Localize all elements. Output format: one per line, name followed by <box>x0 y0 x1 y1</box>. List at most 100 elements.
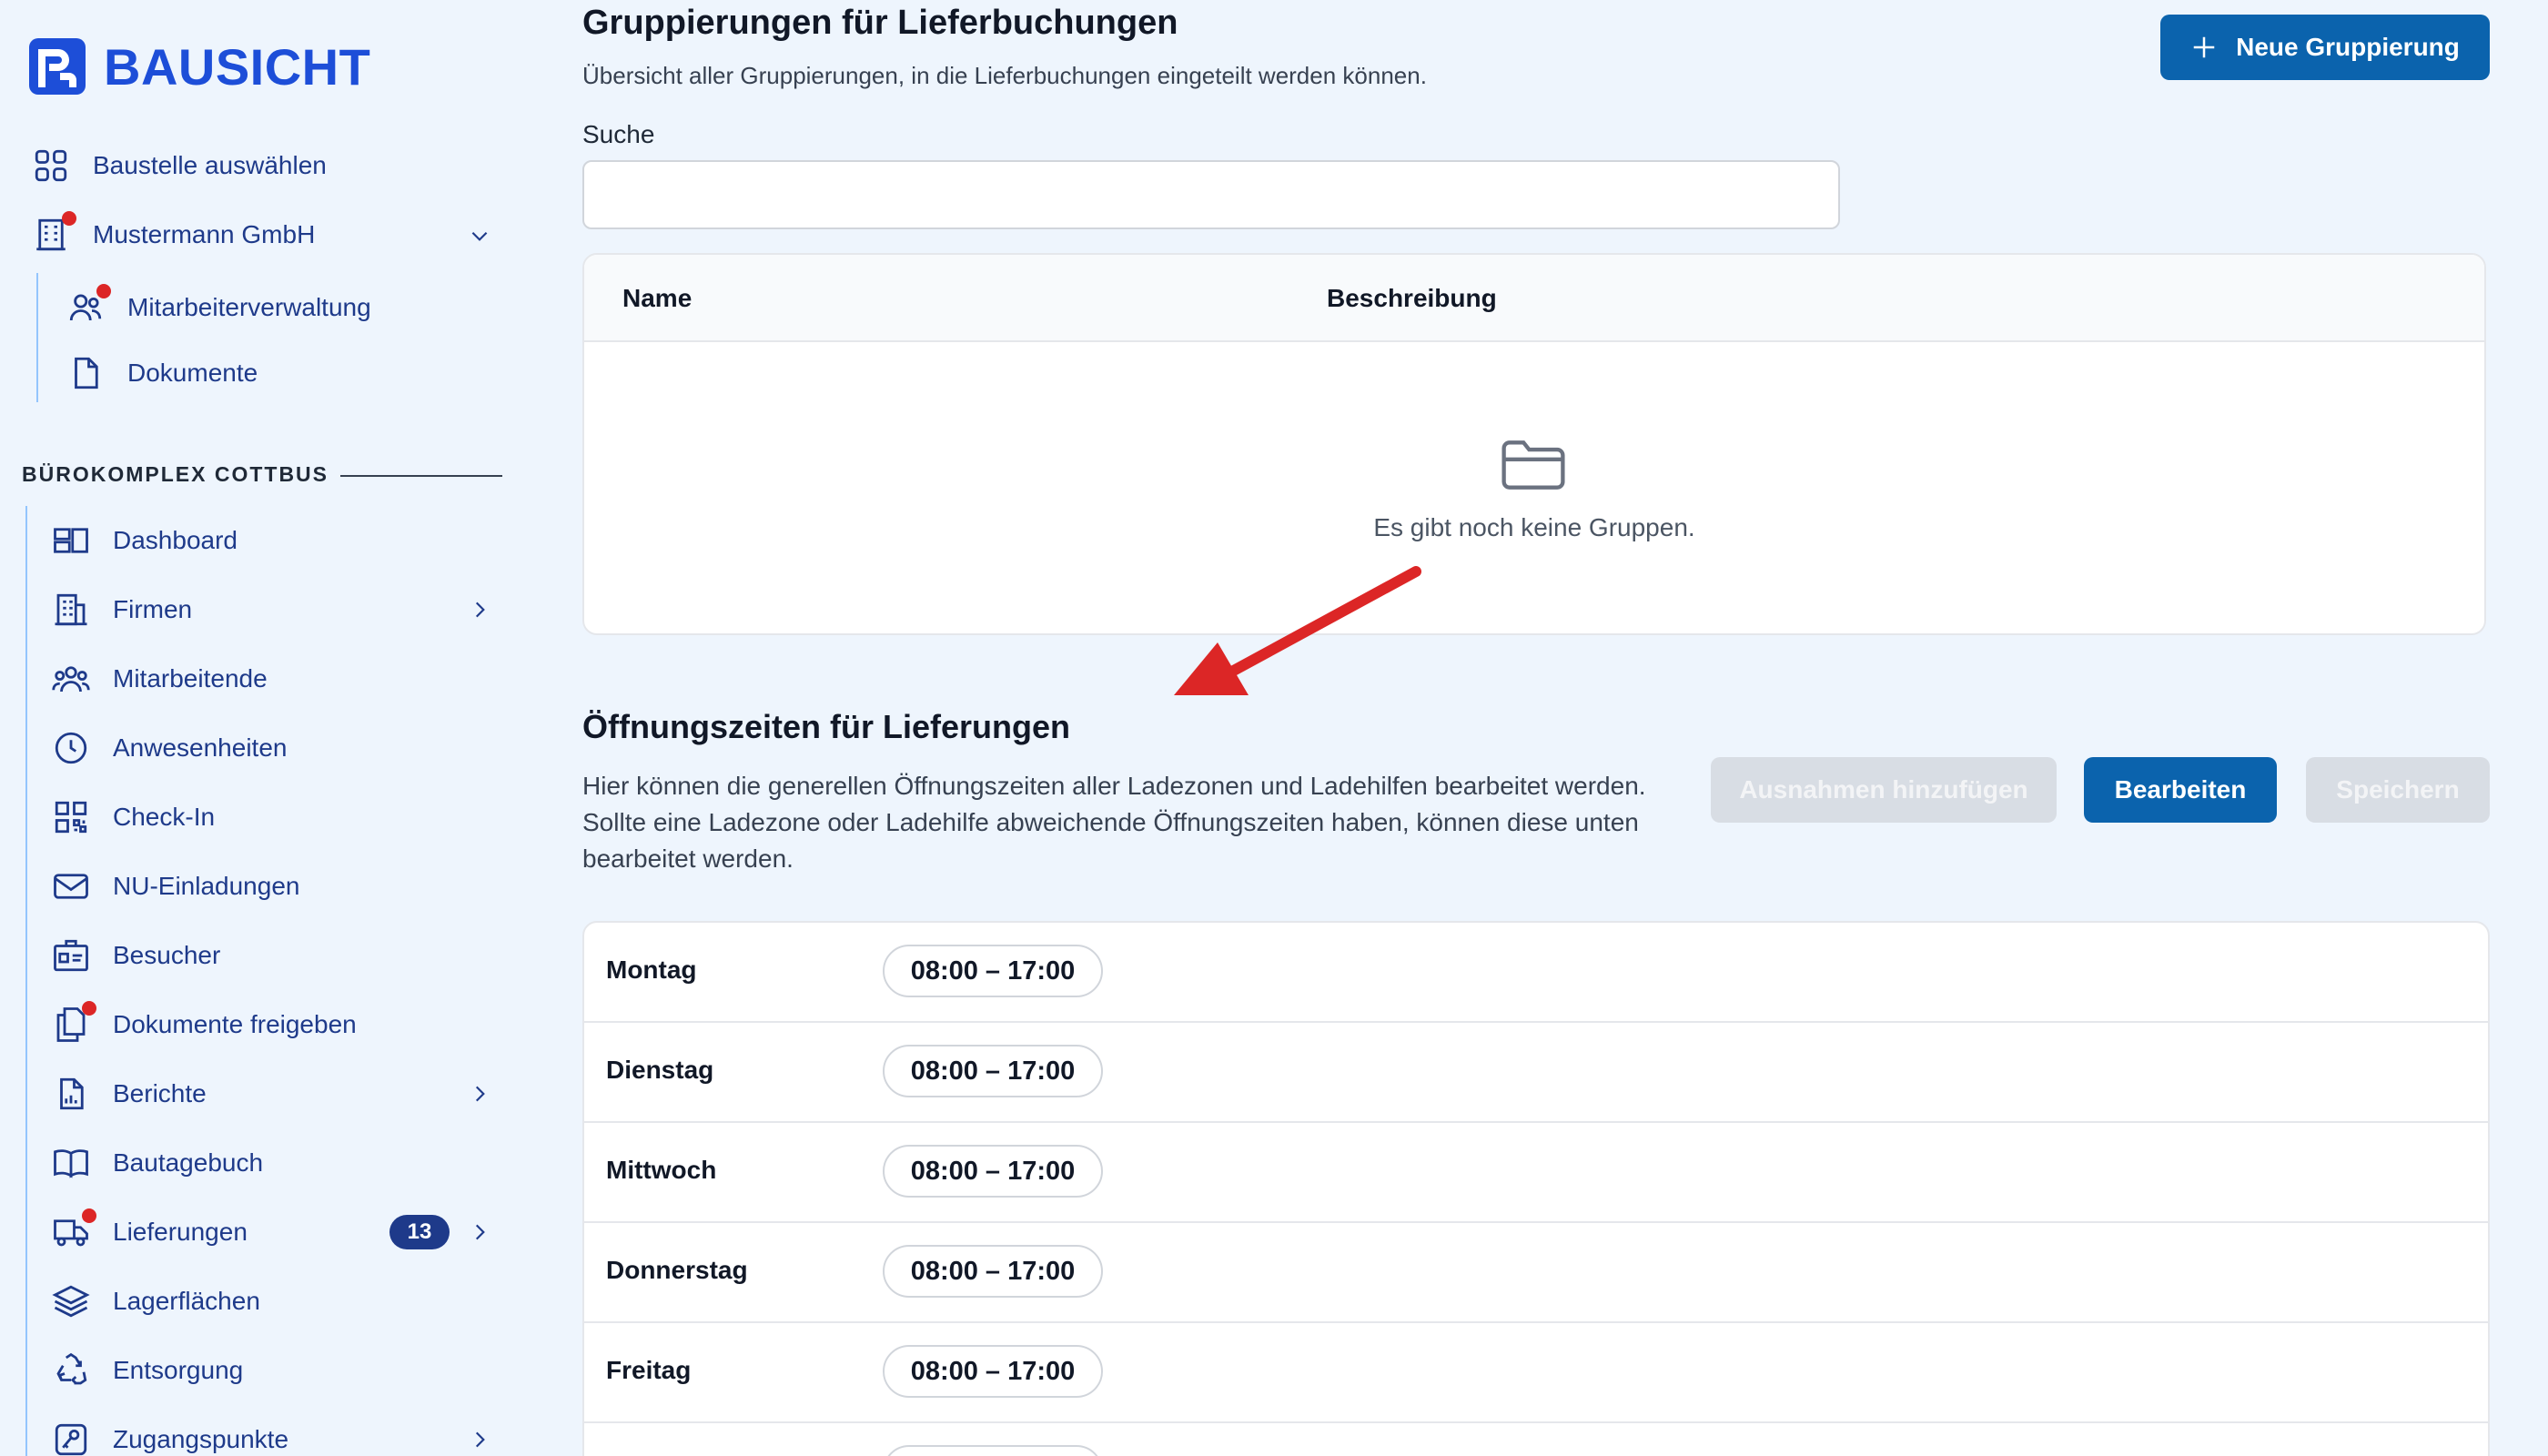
chevron-right-icon[interactable] <box>466 596 493 623</box>
report-icon <box>51 1074 91 1114</box>
opening-hours-table: Montag 08:00 – 17:00 Dienstag 08:00 – 17… <box>582 921 2490 1456</box>
truck-icon <box>51 1208 96 1252</box>
submenu-line <box>36 273 38 402</box>
table-row: Mittwoch 08:00 – 17:00 <box>584 1123 2488 1223</box>
nav-label: Lieferungen <box>113 1218 248 1246</box>
save-button[interactable]: Speichern <box>2306 757 2490 823</box>
notification-dot <box>62 211 76 226</box>
day-label: Freitag <box>606 1356 692 1384</box>
nav-besucher[interactable]: Besucher <box>51 930 220 981</box>
time-range[interactable]: 08:00 – 17:00 <box>883 945 1103 997</box>
nav-label: Mustermann GmbH <box>93 220 316 248</box>
clock-icon <box>51 728 91 768</box>
user-group-icon <box>51 659 91 699</box>
document-icon <box>66 353 106 393</box>
nav-label: Mitarbeitende <box>113 664 268 693</box>
users-icon <box>66 284 111 328</box>
notification-dot <box>82 1001 96 1016</box>
day-label: Dienstag <box>606 1056 714 1084</box>
chevron-right-icon[interactable] <box>466 1080 493 1107</box>
bausicht-logo-icon <box>29 38 86 95</box>
sidebar: BAUSICHT Baustelle auswählen Mustermann … <box>0 0 546 1456</box>
time-range[interactable]: 08:00 – 17:00 <box>883 1345 1103 1398</box>
brand-name: BAUSICHT <box>104 37 371 96</box>
nav-label: Mitarbeiterverwaltung <box>127 293 371 321</box>
new-group-label: Neue Gruppierung <box>2236 33 2460 61</box>
nav-dokumente-freigeben[interactable]: Dokumente freigeben <box>51 999 357 1050</box>
section-divider <box>340 475 502 477</box>
time-range[interactable]: 08:00 – 17:00 <box>883 1245 1103 1298</box>
table-row <box>584 1423 2488 1456</box>
documents-icon <box>51 1001 96 1045</box>
search-input[interactable] <box>582 160 1840 229</box>
hours-description: Hier können die generellen Öffnungszeite… <box>582 772 1646 873</box>
nav-nu-einladungen[interactable]: NU-Einladungen <box>51 861 299 912</box>
empty-state-text: Es gibt noch keine Gruppen. <box>1373 513 1695 541</box>
count-badge: 13 <box>389 1215 450 1249</box>
new-group-button[interactable]: Neue Gruppierung <box>2160 15 2490 80</box>
table-row: Montag 08:00 – 17:00 <box>584 923 2488 1023</box>
nav-company-mustermann[interactable]: Mustermann GmbH <box>31 209 315 260</box>
grid-icon <box>31 146 71 186</box>
nav-bautagebuch[interactable]: Bautagebuch <box>51 1138 263 1188</box>
nav-baustelle-auswaehlen[interactable]: Baustelle auswählen <box>31 140 327 191</box>
nav-entsorgung[interactable]: Entsorgung <box>51 1345 243 1396</box>
hours-title: Öffnungszeiten für Lieferungen <box>582 708 1070 745</box>
nav-label: Bautagebuch <box>113 1148 264 1177</box>
nav-mitarbeiterverwaltung[interactable]: Mitarbeiterverwaltung <box>66 282 371 333</box>
office-building-icon <box>51 590 91 630</box>
groups-title: Gruppierungen für Lieferbuchungen <box>582 4 1178 42</box>
layers-icon <box>51 1281 91 1321</box>
table-row: Donnerstag 08:00 – 17:00 <box>584 1223 2488 1323</box>
nav-mitarbeitende[interactable]: Mitarbeitende <box>51 653 268 704</box>
book-icon <box>51 1143 91 1183</box>
nav-anwesenheiten[interactable]: Anwesenheiten <box>51 723 287 774</box>
time-range[interactable]: 08:00 – 17:00 <box>883 1145 1103 1198</box>
add-exceptions-button[interactable]: Ausnahmen hinzufügen <box>1711 757 2057 823</box>
column-header-name[interactable]: Name <box>622 284 692 313</box>
nav-label: Entsorgung <box>113 1356 244 1384</box>
groups-subtitle: Übersicht aller Gruppierungen, in die Li… <box>582 62 1427 89</box>
folder-icon <box>1502 440 1565 490</box>
nav-dokumente[interactable]: Dokumente <box>66 348 258 399</box>
day-label: Montag <box>606 956 697 984</box>
nav-firmen[interactable]: Firmen <box>51 584 192 635</box>
site-menu-line <box>25 506 27 1456</box>
chevron-right-icon[interactable] <box>466 1218 493 1246</box>
nav-label: Firmen <box>113 595 193 623</box>
notification-dot <box>96 284 111 298</box>
chevron-right-icon[interactable] <box>466 1426 493 1453</box>
nav-lieferungen[interactable]: Lieferungen <box>51 1207 248 1258</box>
table-header: Name Beschreibung <box>584 255 2484 342</box>
table-row: Dienstag 08:00 – 17:00 <box>584 1023 2488 1123</box>
nav-label: NU-Einladungen <box>113 872 300 900</box>
annotation-arrow <box>1174 566 1421 695</box>
nav-label: Dashboard <box>113 526 238 554</box>
nav-berichte[interactable]: Berichte <box>51 1068 207 1119</box>
day-label: Donnerstag <box>606 1256 748 1284</box>
recycle-icon <box>51 1350 91 1390</box>
day-label: Mittwoch <box>606 1156 717 1184</box>
nav-label: Dokumente <box>127 359 258 387</box>
qr-code-icon <box>51 797 91 837</box>
time-range[interactable]: 08:00 – 17:00 <box>883 1045 1103 1097</box>
key-icon <box>51 1420 91 1456</box>
section-title: BÜROKOMPLEX COTTBUS <box>22 462 329 486</box>
chevron-down-icon[interactable] <box>466 222 493 249</box>
nav-zugangspunkte[interactable]: Zugangspunkte <box>51 1414 288 1456</box>
time-range[interactable] <box>883 1445 1103 1456</box>
column-header-beschreibung[interactable]: Beschreibung <box>1327 284 1497 313</box>
dashboard-icon <box>51 521 91 561</box>
nav-label: Baustelle auswählen <box>93 151 327 179</box>
search-label: Suche <box>582 120 655 148</box>
building-icon <box>31 211 76 255</box>
nav-lagerflaechen[interactable]: Lagerflächen <box>51 1276 260 1327</box>
nav-check-in[interactable]: Check-In <box>51 792 215 843</box>
plus-icon <box>2193 36 2215 58</box>
brand-logo[interactable]: BAUSICHT <box>27 36 370 96</box>
nav-label: Anwesenheiten <box>113 733 288 762</box>
nav-dashboard[interactable]: Dashboard <box>51 515 238 566</box>
nav-label: Dokumente freigeben <box>113 1010 357 1038</box>
envelope-icon <box>51 866 91 906</box>
edit-button[interactable]: Bearbeiten <box>2084 757 2277 823</box>
